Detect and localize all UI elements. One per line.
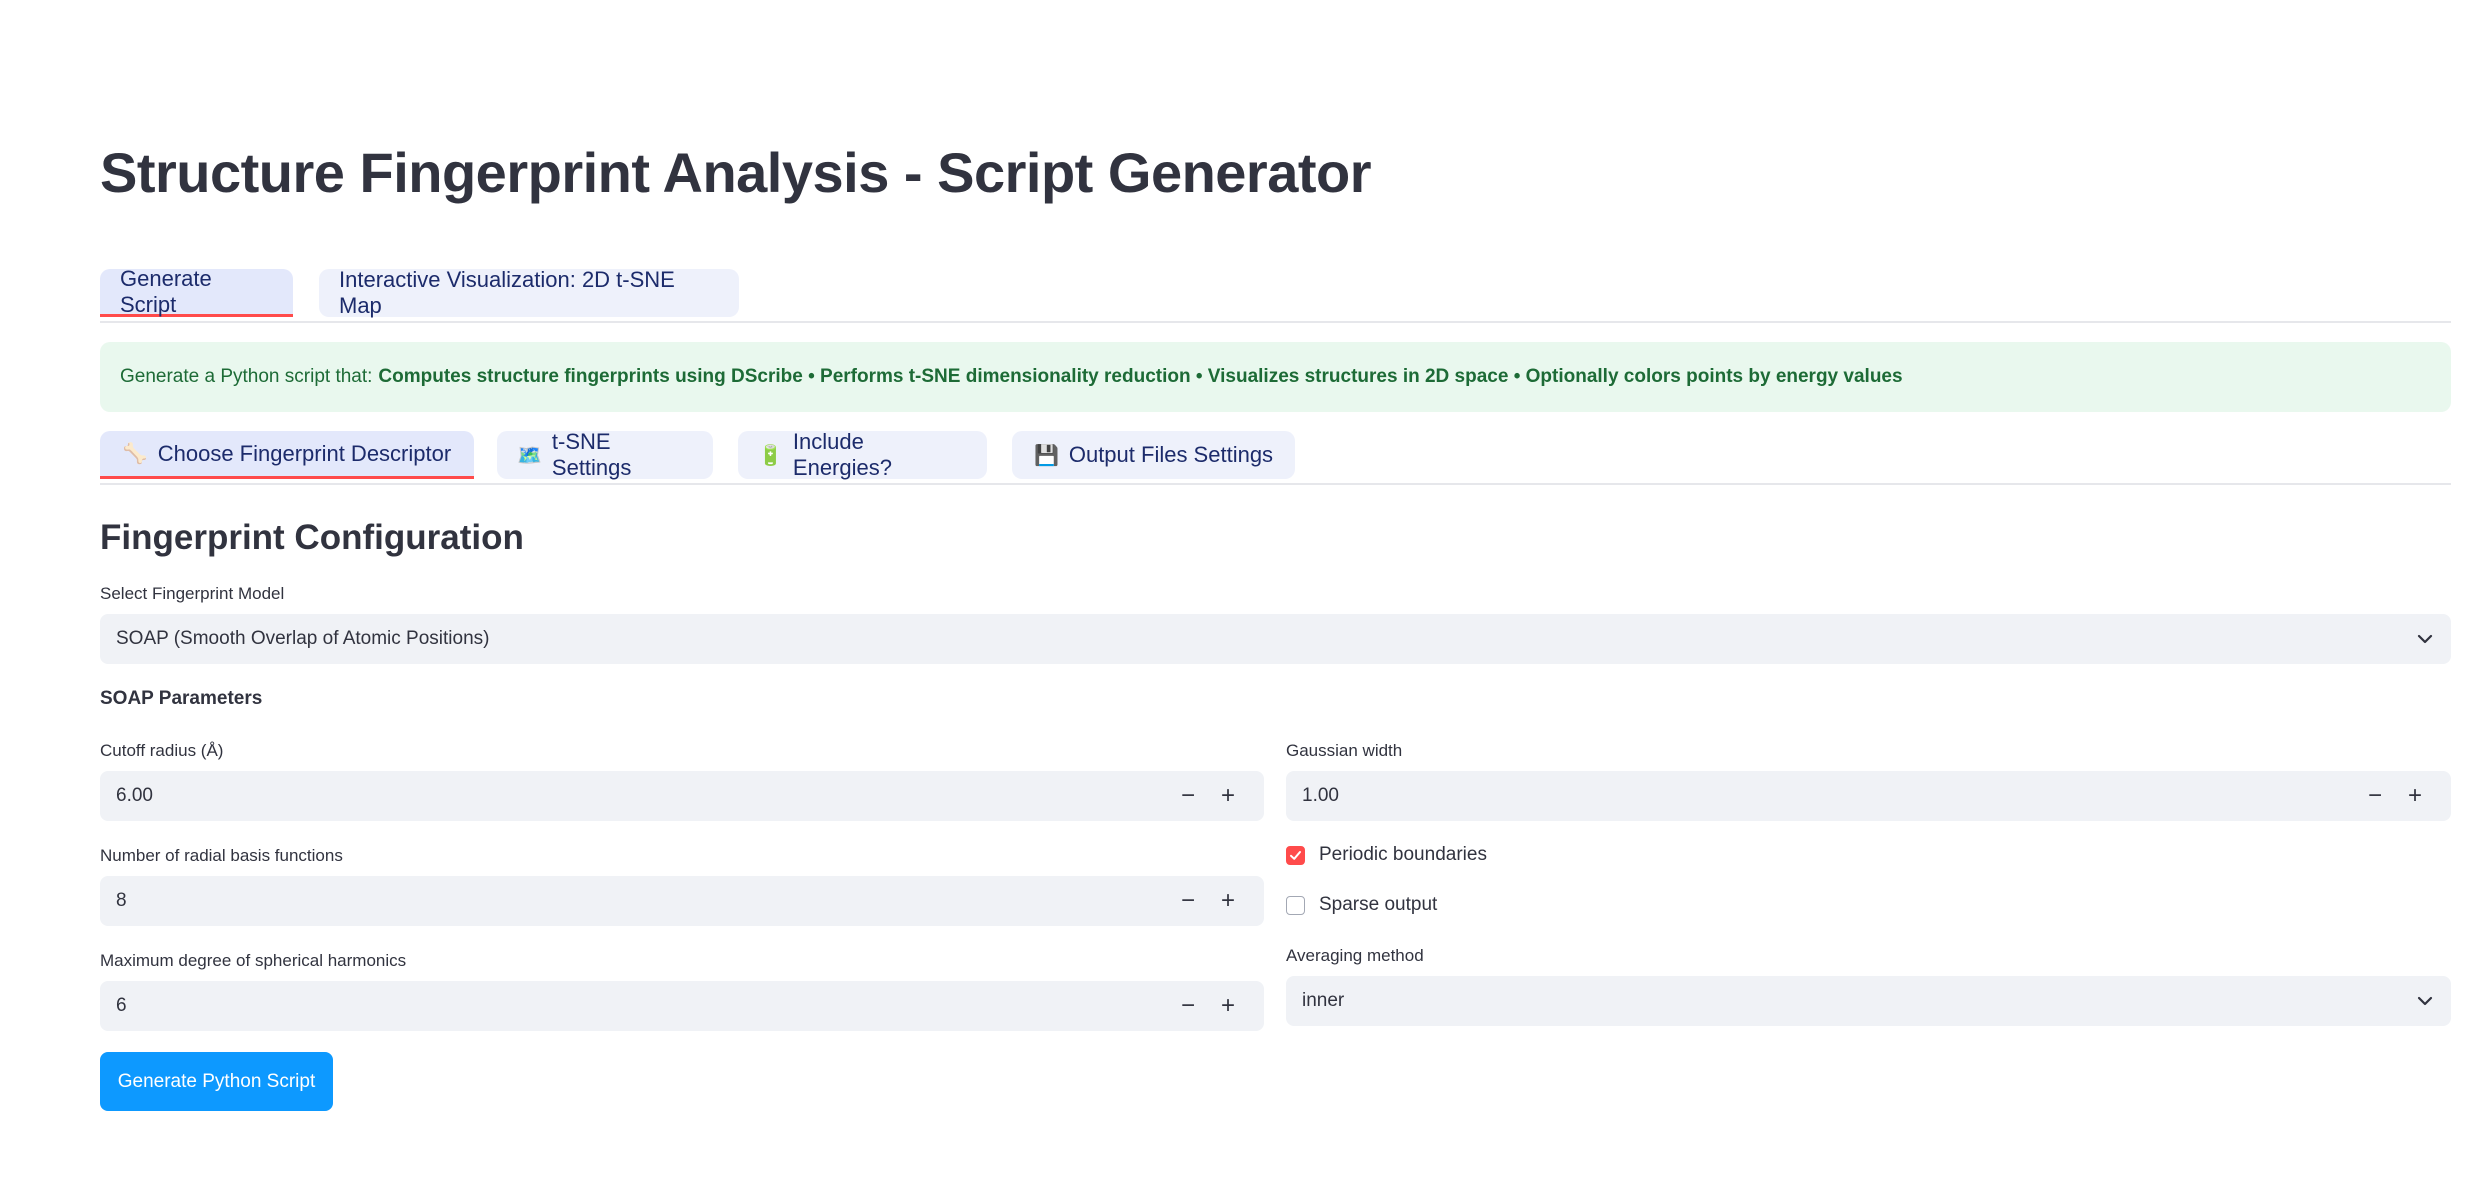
increment-button[interactable]: + bbox=[1208, 782, 1248, 810]
increment-button[interactable]: + bbox=[2395, 782, 2435, 810]
checkmark-icon bbox=[1290, 850, 1301, 860]
increment-button[interactable]: + bbox=[1208, 887, 1248, 915]
info-banner: Generate a Python script that: Computes … bbox=[100, 342, 2451, 412]
tab-choose-fingerprint[interactable]: 🦴 Choose Fingerprint Descriptor bbox=[100, 431, 474, 479]
generate-python-script-button[interactable]: Generate Python Script bbox=[100, 1052, 333, 1111]
floppy-disk-icon: 💾 bbox=[1033, 444, 1059, 467]
tab-interactive-visualization[interactable]: Interactive Visualization: 2D t-SNE Map bbox=[319, 267, 739, 318]
map-icon: 🗺️ bbox=[517, 444, 542, 467]
decrement-button[interactable]: − bbox=[1168, 782, 1208, 810]
averaging-select[interactable]: inner bbox=[1286, 976, 2451, 1026]
info-prefix: Generate a Python script that: bbox=[120, 366, 373, 387]
lmax-value: 6 bbox=[116, 995, 127, 1016]
tab-label: Include Energies? bbox=[792, 429, 892, 480]
top-tab-bar: Generate Script Interactive Visualizatio… bbox=[100, 265, 2451, 323]
lmax-input[interactable]: 6 − + bbox=[100, 981, 1264, 1031]
bone-icon: 🦴 bbox=[122, 443, 148, 465]
decrement-button[interactable]: − bbox=[2355, 782, 2395, 810]
sigma-input[interactable]: 1.00 − + bbox=[1286, 771, 2451, 821]
section-title: Fingerprint Configuration bbox=[100, 518, 524, 557]
checkbox-checked-icon bbox=[1286, 845, 1305, 865]
tab-label: Interactive Visualization: 2D t-SNE Map bbox=[339, 267, 675, 318]
model-select-label: Select Fingerprint Model bbox=[100, 584, 285, 603]
tab-label: Generate Script bbox=[120, 265, 212, 317]
tab-label: Output Files Settings bbox=[1068, 442, 1274, 467]
tab-generate-script[interactable]: Generate Script bbox=[100, 265, 293, 317]
model-select[interactable]: SOAP (Smooth Overlap of Atomic Positions… bbox=[100, 614, 2451, 664]
battery-icon: 🔋 bbox=[758, 444, 783, 467]
increment-button[interactable]: + bbox=[1208, 992, 1248, 1020]
chevron-down-icon bbox=[2417, 996, 2433, 1006]
chevron-down-icon bbox=[2417, 634, 2433, 644]
sub-tab-bar: 🦴 Choose Fingerprint Descriptor 🗺️ t-SNE… bbox=[100, 429, 2451, 485]
nmax-label: Number of radial basis functions bbox=[100, 846, 343, 865]
periodic-label: Periodic boundaries bbox=[1319, 844, 1487, 865]
sigma-label: Gaussian width bbox=[1286, 741, 1403, 760]
cutoff-label: Cutoff radius (Å) bbox=[100, 741, 224, 760]
cutoff-input[interactable]: 6.00 − + bbox=[100, 771, 1264, 821]
checkbox-unchecked-icon bbox=[1286, 895, 1305, 915]
model-select-value: SOAP (Smooth Overlap of Atomic Positions… bbox=[116, 628, 490, 649]
soap-parameters-heading: SOAP Parameters bbox=[100, 688, 263, 709]
decrement-button[interactable]: − bbox=[1168, 992, 1208, 1020]
averaging-value: inner bbox=[1302, 990, 1345, 1011]
decrement-button[interactable]: − bbox=[1168, 887, 1208, 915]
tab-include-energies[interactable]: 🔋 Include Energies? bbox=[738, 429, 987, 480]
lmax-label: Maximum degree of spherical harmonics bbox=[100, 951, 407, 970]
tab-tsne-settings[interactable]: 🗺️ t-SNE Settings bbox=[497, 429, 713, 480]
tab-label: t-SNE Settings bbox=[551, 429, 632, 480]
sigma-value: 1.00 bbox=[1302, 785, 1339, 806]
periodic-checkbox[interactable]: Periodic boundaries bbox=[1286, 844, 1487, 866]
info-bold-text: Computes structure fingerprints using DS… bbox=[378, 366, 1903, 387]
sparse-label: Sparse output bbox=[1319, 894, 1438, 915]
tab-output-files[interactable]: 💾 Output Files Settings bbox=[1012, 431, 1295, 479]
tab-label: Choose Fingerprint Descriptor bbox=[157, 440, 452, 466]
nmax-value: 8 bbox=[116, 890, 127, 911]
nmax-input[interactable]: 8 − + bbox=[100, 876, 1264, 926]
page-title: Structure Fingerprint Analysis - Script … bbox=[100, 141, 1372, 204]
sparse-checkbox[interactable]: Sparse output bbox=[1286, 894, 1437, 916]
cutoff-value: 6.00 bbox=[116, 785, 153, 806]
averaging-label: Averaging method bbox=[1286, 946, 1424, 965]
